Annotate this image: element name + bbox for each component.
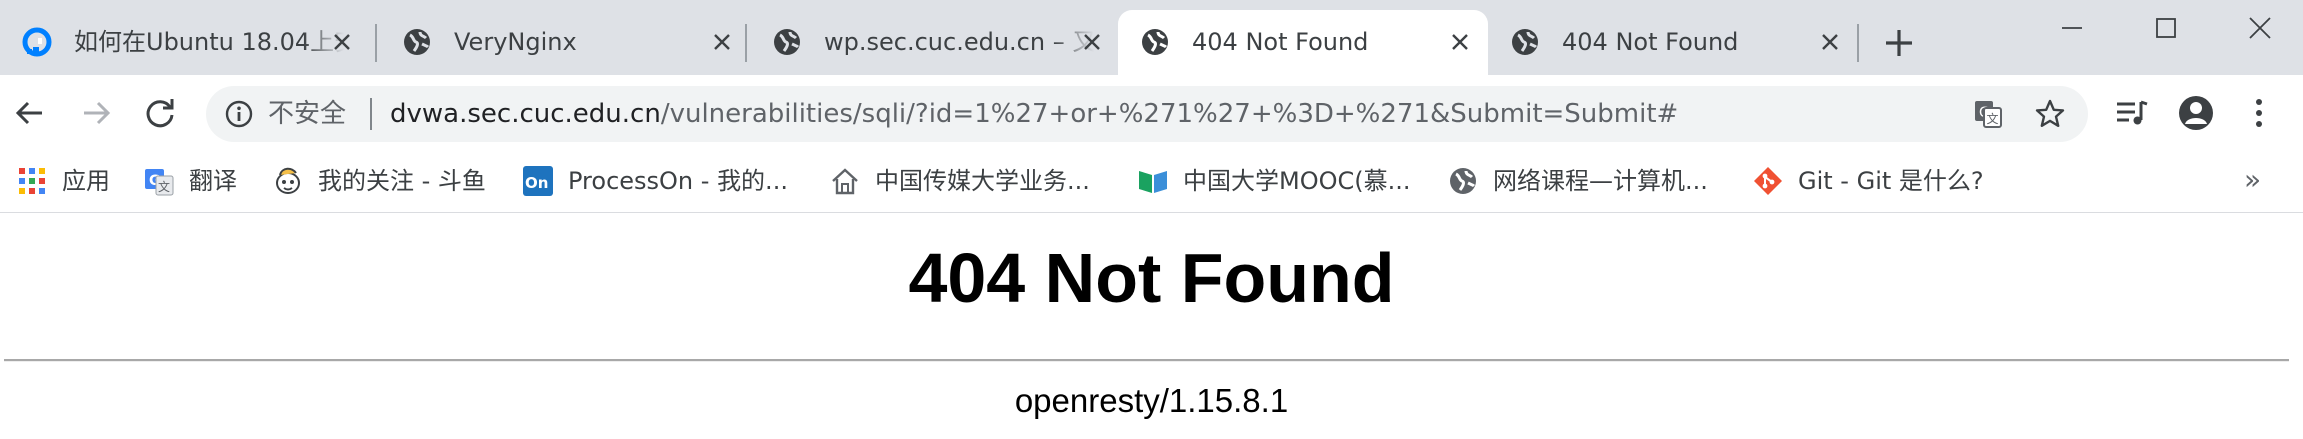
bookmark-label: 我的关注 - 斗鱼 [318,167,486,195]
reload-icon[interactable] [142,95,178,131]
url-host: dvwa.sec.cuc.edu.cn [390,99,661,129]
forward-arrow-icon[interactable] [78,95,114,131]
bookmark-label: 网络课程—计算机... [1493,167,1708,195]
git-icon [1754,167,1782,195]
new-tab-plus-icon[interactable] [1882,26,1916,60]
close-tab-icon[interactable] [1818,30,1842,54]
star-bookmark-icon[interactable] [2034,98,2066,130]
bookmark-processon[interactable]: On ProcessOn - 我的... [522,160,788,202]
close-tab-icon[interactable] [710,30,734,54]
tab-separator [745,24,747,62]
svg-text:文: 文 [158,179,170,194]
bookmark-cuc[interactable]: 中国传媒大学业务... [829,160,1090,202]
globe-icon [774,29,800,55]
server-signature: openresty/1.15.8.1 [1014,382,1289,419]
google-translate-icon: G 文 [145,169,174,196]
tab-separator [1857,24,1859,62]
maximize-icon[interactable] [2146,8,2186,48]
house-icon [832,168,858,195]
browser-toolbar: 不安全 dvwa.sec.cuc.edu.cn/vulnerabilities/… [0,75,2303,153]
bookmark-label: Git - Git 是什么? [1798,167,1984,195]
bookmark-course[interactable]: 网络课程—计算机... [1447,160,1708,202]
close-tab-icon[interactable] [1448,30,1472,54]
close-tab-icon[interactable] [1080,30,1104,54]
profile-avatar-icon[interactable] [2177,94,2215,132]
tab-strip: 如何在Ubuntu 18.04上安装 VeryNginx wp.sec.cuc.… [0,0,2303,75]
bookmark-label: 应用 [62,167,110,195]
tab-active[interactable]: 404 Not Found [1118,10,1488,75]
svg-text:On: On [525,174,548,192]
globe-icon [404,29,430,55]
bookmark-label: ProcessOn - 我的... [568,167,788,195]
translate-page-icon[interactable]: G 文 [1972,98,2004,130]
media-playlist-icon[interactable] [2113,94,2151,132]
tab-title: 如何在Ubuntu 18.04上安装 [74,28,344,56]
bookmark-mooc[interactable]: 中国大学MOOC(慕... [1137,160,1411,202]
apps-grid-icon [19,168,45,194]
security-label[interactable]: 不安全 [268,96,346,132]
back-arrow-icon[interactable] [12,95,48,131]
digitalocean-icon [22,27,52,57]
horizontal-rule [4,359,2289,362]
globe-icon [1142,29,1168,55]
douyu-icon [276,167,300,194]
url-path: /vulnerabilities/sqli/?id=1%27+or+%271%2… [660,99,1679,129]
bookmarks-bar: 应用 G 文 翻译 我的关注 - 斗鱼 On ProcessOn - 我的... [0,153,2303,213]
bookmark-douyu[interactable]: 我的关注 - 斗鱼 [272,160,486,202]
bookmark-apps[interactable]: 应用 [16,160,110,202]
tab-title: wp.sec.cuc.edu.cn – 又一 [824,28,1094,56]
tab-title: 404 Not Found [1192,28,1369,56]
tab-title: 404 Not Found [1562,28,1739,56]
globe-icon [1512,29,1538,55]
tab[interactable]: 如何在Ubuntu 18.04上安装 [0,10,370,75]
minimize-icon[interactable] [2052,8,2092,48]
mooc-icon [1139,171,1167,193]
tab[interactable]: 404 Not Found [1488,10,1858,75]
bookmark-label: 中国传媒大学业务... [875,167,1090,195]
processon-icon: On [523,166,553,196]
page-content: 404 Not Found openresty/1.15.8.1 [0,214,2303,439]
svg-text:文: 文 [1987,111,1999,126]
bookmark-label: 中国大学MOOC(慕... [1183,167,1411,195]
address-bar[interactable]: 不安全 dvwa.sec.cuc.edu.cn/vulnerabilities/… [206,86,2088,142]
tab-title: VeryNginx [454,28,577,56]
bookmark-git[interactable]: Git - Git 是什么? [1752,160,1984,202]
bookmarks-overflow-chevron-icon[interactable]: » [2244,163,2261,196]
tab[interactable]: VeryNginx [380,10,750,75]
close-tab-icon[interactable] [330,30,354,54]
page-heading: 404 Not Found [908,239,1395,317]
globe-icon [1450,168,1476,194]
tab-separator [375,24,377,62]
close-window-icon[interactable] [2240,8,2280,48]
kebab-menu-icon[interactable] [2240,94,2278,132]
bookmark-translate[interactable]: G 文 翻译 [143,160,237,202]
tab[interactable]: wp.sec.cuc.edu.cn – 又一 [750,10,1120,75]
bookmark-label: 翻译 [189,167,237,195]
omnibox-divider [370,98,372,130]
info-icon[interactable] [224,99,254,129]
url-text[interactable]: dvwa.sec.cuc.edu.cn/vulnerabilities/sqli… [390,96,1678,132]
